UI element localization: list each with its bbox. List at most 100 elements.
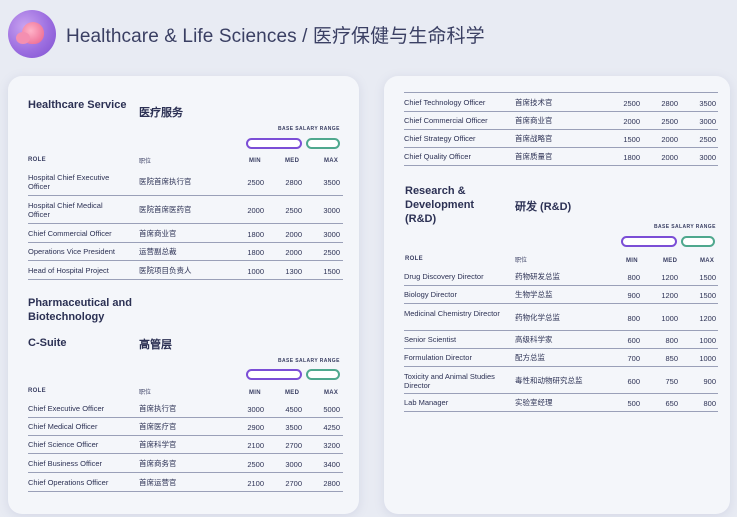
col-min: MIN bbox=[249, 158, 261, 164]
max-cell: 5000 bbox=[323, 405, 340, 414]
table-row: Operations Vice President 运营副总裁 1800 2000 25… bbox=[28, 243, 343, 261]
role-cn-cell: 毒性和动物研究总监 bbox=[515, 375, 583, 385]
med-cell: 850 bbox=[665, 354, 678, 363]
role-cn-cell: 运营副总裁 bbox=[139, 247, 177, 256]
min-cell: 1800 bbox=[247, 248, 264, 257]
col-max: MAX bbox=[324, 158, 339, 164]
min-cell: 900 bbox=[627, 291, 640, 300]
left-card: Healthcare Service 医疗服务 BASE SALARY RANG… bbox=[8, 76, 359, 514]
med-cell: 800 bbox=[665, 336, 678, 345]
role-cell: Chief Commercial Officer bbox=[404, 116, 488, 125]
min-cell: 1500 bbox=[623, 135, 640, 144]
role-cell: Chief Quality Officer bbox=[404, 152, 471, 161]
table-row: Chief Operations Officer 首席运营官 2100 2700 280… bbox=[28, 473, 343, 492]
col-max: MAX bbox=[324, 390, 339, 396]
range-pill-green bbox=[306, 138, 340, 149]
healthcare-logo-icon bbox=[8, 10, 56, 58]
role-cell: Medicinal Chemistry Director bbox=[404, 308, 500, 318]
max-cell: 2500 bbox=[323, 248, 340, 257]
min-cell: 1000 bbox=[247, 266, 264, 276]
max-cell: 2500 bbox=[699, 135, 716, 144]
min-cell: 2000 bbox=[623, 117, 640, 126]
role-cell: Head of Hospital Project bbox=[28, 265, 109, 275]
min-cell: 600 bbox=[627, 336, 640, 345]
med-cell: 2000 bbox=[661, 135, 678, 144]
max-cell: 3500 bbox=[323, 178, 340, 187]
table-row: Drug Discovery Director 药物研发总监 800 1200 1500 bbox=[404, 268, 718, 286]
table-row: Hospital Chief Medical Officer 医院首席医药官 200… bbox=[28, 196, 343, 224]
rnd-title-cn: 研发 (R&D) bbox=[515, 201, 572, 213]
med-cell: 2800 bbox=[285, 178, 302, 187]
table-row: Formulation Director 配方总监 700 850 1000 bbox=[404, 349, 718, 367]
table-row: Toxicity and Animal Studies Director 毒性和动… bbox=[404, 367, 718, 394]
med-cell: 2800 bbox=[661, 99, 678, 108]
min-cell: 800 bbox=[627, 313, 640, 323]
table-row: Senior Scientist 高级科学家 600 800 1000 bbox=[404, 331, 718, 349]
page-title: Healthcare & Life Sciences / 医疗保健与生命科学 bbox=[66, 25, 485, 47]
role-cn-cell: 首席执行官 bbox=[139, 404, 177, 413]
healthcare-title-en: Healthcare Service bbox=[28, 99, 127, 111]
role-cn-cell: 医院项目负责人 bbox=[139, 265, 192, 275]
col-role-cn: 职位 bbox=[515, 258, 528, 264]
role-cell: Hospital Chief Medical Officer bbox=[28, 201, 103, 219]
min-cell: 2100 bbox=[247, 478, 264, 488]
role-cn-cell: 药物化学总监 bbox=[515, 312, 560, 322]
range-label: BASE SALARY RANGE bbox=[278, 358, 340, 364]
med-cell: 1000 bbox=[661, 313, 678, 323]
pharma-title-en: Pharmaceutical and Biotechnology bbox=[28, 297, 132, 323]
table-row: Biology Director 生物学总监 900 1200 1500 bbox=[404, 286, 718, 304]
role-cell: Drug Discovery Director bbox=[404, 272, 484, 281]
range-pill-purple bbox=[246, 138, 302, 149]
min-cell: 3000 bbox=[247, 405, 264, 414]
min-cell: 500 bbox=[627, 399, 640, 408]
range-label: BASE SALARY RANGE bbox=[654, 224, 716, 230]
role-cn-cell: 首席商业官 bbox=[515, 116, 553, 125]
max-cell: 3400 bbox=[323, 459, 340, 469]
role-cell: Chief Medical Officer bbox=[28, 422, 98, 431]
min-cell: 1800 bbox=[247, 229, 264, 239]
table-row: Chief Executive Officer 首席执行官 3000 4500 5000 bbox=[28, 400, 343, 418]
role-cell: Chief Technology Officer bbox=[404, 98, 486, 107]
table-row: Hospital Chief Executive Officer 医院首席执行官 2… bbox=[28, 168, 343, 196]
col-role: ROLE bbox=[28, 157, 46, 163]
table-row: Chief Business Officer 首席商务官 2500 3000 3400 bbox=[28, 454, 343, 473]
max-cell: 1500 bbox=[323, 266, 340, 276]
col-min: MIN bbox=[249, 390, 261, 396]
min-cell: 2500 bbox=[247, 459, 264, 469]
role-cell: Toxicity and Animal Studies Director bbox=[404, 371, 495, 390]
min-cell: 2000 bbox=[247, 206, 264, 215]
col-max: MAX bbox=[700, 258, 715, 264]
med-cell: 1300 bbox=[285, 266, 302, 276]
med-cell: 2000 bbox=[661, 153, 678, 162]
med-cell: 3000 bbox=[285, 459, 302, 469]
role-cn-cell: 首席科学官 bbox=[139, 440, 177, 449]
page-header: Healthcare & Life Sciences / 医疗保健与生命科学 bbox=[8, 8, 728, 60]
role-cell: Biology Director bbox=[404, 290, 457, 299]
role-cn-cell: 首席医疗官 bbox=[139, 422, 177, 431]
min-cell: 600 bbox=[627, 376, 640, 386]
table-row: Head of Hospital Project 医院项目负责人 1000 1300 1… bbox=[28, 261, 343, 280]
med-cell: 1200 bbox=[661, 273, 678, 282]
range-pill-green bbox=[681, 236, 715, 247]
role-cell: Chief Executive Officer bbox=[28, 404, 105, 413]
max-cell: 3500 bbox=[699, 99, 716, 108]
role-cn-cell: 药物研发总监 bbox=[515, 272, 560, 281]
min-cell: 1800 bbox=[623, 153, 640, 162]
med-cell: 4500 bbox=[285, 405, 302, 414]
max-cell: 4250 bbox=[323, 423, 340, 432]
role-cn-cell: 高级科学家 bbox=[515, 335, 553, 344]
max-cell: 2800 bbox=[323, 478, 340, 488]
role-cell: Chief Science Officer bbox=[28, 440, 99, 449]
col-med: MED bbox=[663, 258, 678, 264]
role-cell: Senior Scientist bbox=[404, 335, 457, 344]
med-cell: 3500 bbox=[285, 423, 302, 432]
col-med: MED bbox=[285, 390, 300, 396]
role-cell: Operations Vice President bbox=[28, 247, 115, 256]
rnd-title-en: Research & Development (R&D) bbox=[405, 185, 475, 225]
med-cell: 650 bbox=[665, 399, 678, 408]
min-cell: 700 bbox=[627, 354, 640, 363]
table-row: Chief Medical Officer 首席医疗官 2900 3500 4250 bbox=[28, 418, 343, 436]
role-cn-cell: 首席技术官 bbox=[515, 98, 553, 107]
med-cell: 750 bbox=[665, 376, 678, 386]
table-row: Medicinal Chemistry Director 药物化学总监 800 100… bbox=[404, 304, 718, 331]
